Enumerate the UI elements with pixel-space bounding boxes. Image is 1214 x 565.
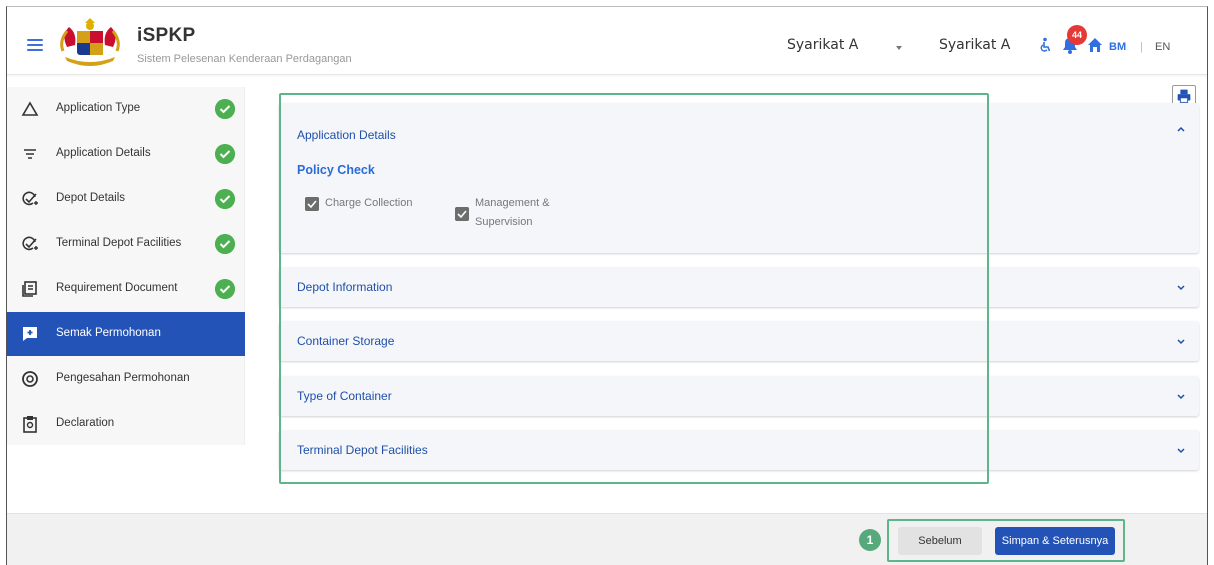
lang-en-link[interactable]: EN [1155, 41, 1170, 53]
check-add-icon [22, 191, 38, 206]
verify-icon [22, 371, 38, 387]
chevron-down-icon[interactable] [1175, 282, 1187, 294]
section-type-of-container[interactable]: Type of Container [279, 376, 1199, 416]
app-subtitle: Sistem Pelesenan Kenderaan Perdagangan [137, 53, 352, 65]
save-and-next-button[interactable]: Simpan & Seterusnya [995, 527, 1115, 555]
coat-of-arms-logo [60, 18, 120, 66]
sidebar-item-semak-permohonan[interactable]: Semak Permohonan [7, 312, 245, 356]
completed-check-icon [215, 234, 235, 254]
sidebar-item-requirement-document[interactable]: Requirement Document [7, 267, 245, 311]
sidebar-item-label: Requirement Document [56, 282, 178, 294]
review-icon [23, 327, 37, 341]
notification-badge: 44 [1067, 25, 1087, 45]
section-terminal-depot-facilities[interactable]: Terminal Depot Facilities [279, 430, 1199, 470]
app-title: iSPKP [137, 25, 196, 46]
sidebar-item-application-type[interactable]: Application Type [7, 87, 245, 131]
completed-check-icon [215, 279, 235, 299]
step-marker-badge: 1 [859, 529, 881, 551]
management-supervision-checkbox[interactable] [455, 207, 469, 221]
sidebar-item-label: Depot Details [56, 192, 126, 204]
menu-icon[interactable] [27, 39, 43, 51]
section-title: Container Storage [297, 334, 395, 348]
company-selector[interactable]: Syarikat A [787, 37, 858, 53]
filter-icon [24, 149, 36, 159]
chevron-down-icon[interactable] [1175, 336, 1187, 348]
sidebar-item-pengesahan-permohonan[interactable]: Pengesahan Permohonan [7, 357, 245, 401]
clipboard-icon [23, 416, 37, 433]
app-frame: iSPKP Sistem Pelesenan Kenderaan Perdaga… [6, 6, 1208, 565]
sidebar-item-label: Application Details [56, 147, 151, 159]
section-container-storage[interactable]: Container Storage [279, 321, 1199, 361]
sidebar-item-label: Pengesahan Permohonan [56, 372, 190, 384]
section-application-details[interactable]: Application Details Policy Check Charge … [279, 103, 1199, 253]
completed-check-icon [215, 99, 235, 119]
completed-check-icon [215, 144, 235, 164]
policy-check-heading: Policy Check [297, 163, 375, 177]
step-sidebar: Application Type Application Details Dep… [7, 87, 245, 445]
charge-collection-checkbox[interactable] [305, 197, 319, 211]
sidebar-item-declaration[interactable]: Declaration [7, 402, 245, 446]
lang-separator: | [1140, 41, 1143, 53]
chevron-down-icon[interactable] [1175, 445, 1187, 457]
management-supervision-label: Management & Supervision [475, 194, 550, 232]
sidebar-item-application-details[interactable]: Application Details [7, 132, 245, 176]
section-title: Terminal Depot Facilities [297, 443, 428, 457]
caret-down-icon[interactable] [893, 41, 905, 53]
sidebar-item-label: Application Type [56, 102, 141, 114]
chevron-down-icon[interactable] [1175, 391, 1187, 403]
sidebar-item-label: Declaration [56, 417, 115, 429]
top-header: iSPKP Sistem Pelesenan Kenderaan Perdaga… [7, 7, 1207, 75]
management-supervision-label-line1: Management & [475, 197, 550, 209]
management-supervision-label-line2: Supervision [475, 216, 533, 228]
company-name: Syarikat A [939, 37, 1011, 53]
section-title: Type of Container [297, 389, 392, 403]
sidebar-item-label: Semak Permohonan [56, 327, 161, 339]
sidebar-item-terminal-depot-facilities[interactable]: Terminal Depot Facilities [7, 222, 245, 266]
lang-bm-link[interactable]: BM [1109, 41, 1126, 53]
charge-collection-label: Charge Collection [325, 197, 413, 209]
section-title: Depot Information [297, 280, 393, 294]
section-depot-information[interactable]: Depot Information [279, 267, 1199, 307]
home-icon[interactable] [1087, 37, 1103, 53]
chevron-up-icon[interactable] [1175, 123, 1187, 135]
triangle-icon [21, 101, 39, 116]
completed-check-icon [215, 189, 235, 209]
accessibility-icon[interactable] [1039, 37, 1053, 53]
check-add-icon [22, 236, 38, 251]
previous-button[interactable]: Sebelum [898, 527, 982, 555]
sidebar-item-depot-details[interactable]: Depot Details [7, 177, 245, 221]
document-icon [22, 281, 37, 297]
sidebar-item-label: Terminal Depot Facilities [56, 237, 182, 249]
section-title: Application Details [297, 128, 396, 142]
